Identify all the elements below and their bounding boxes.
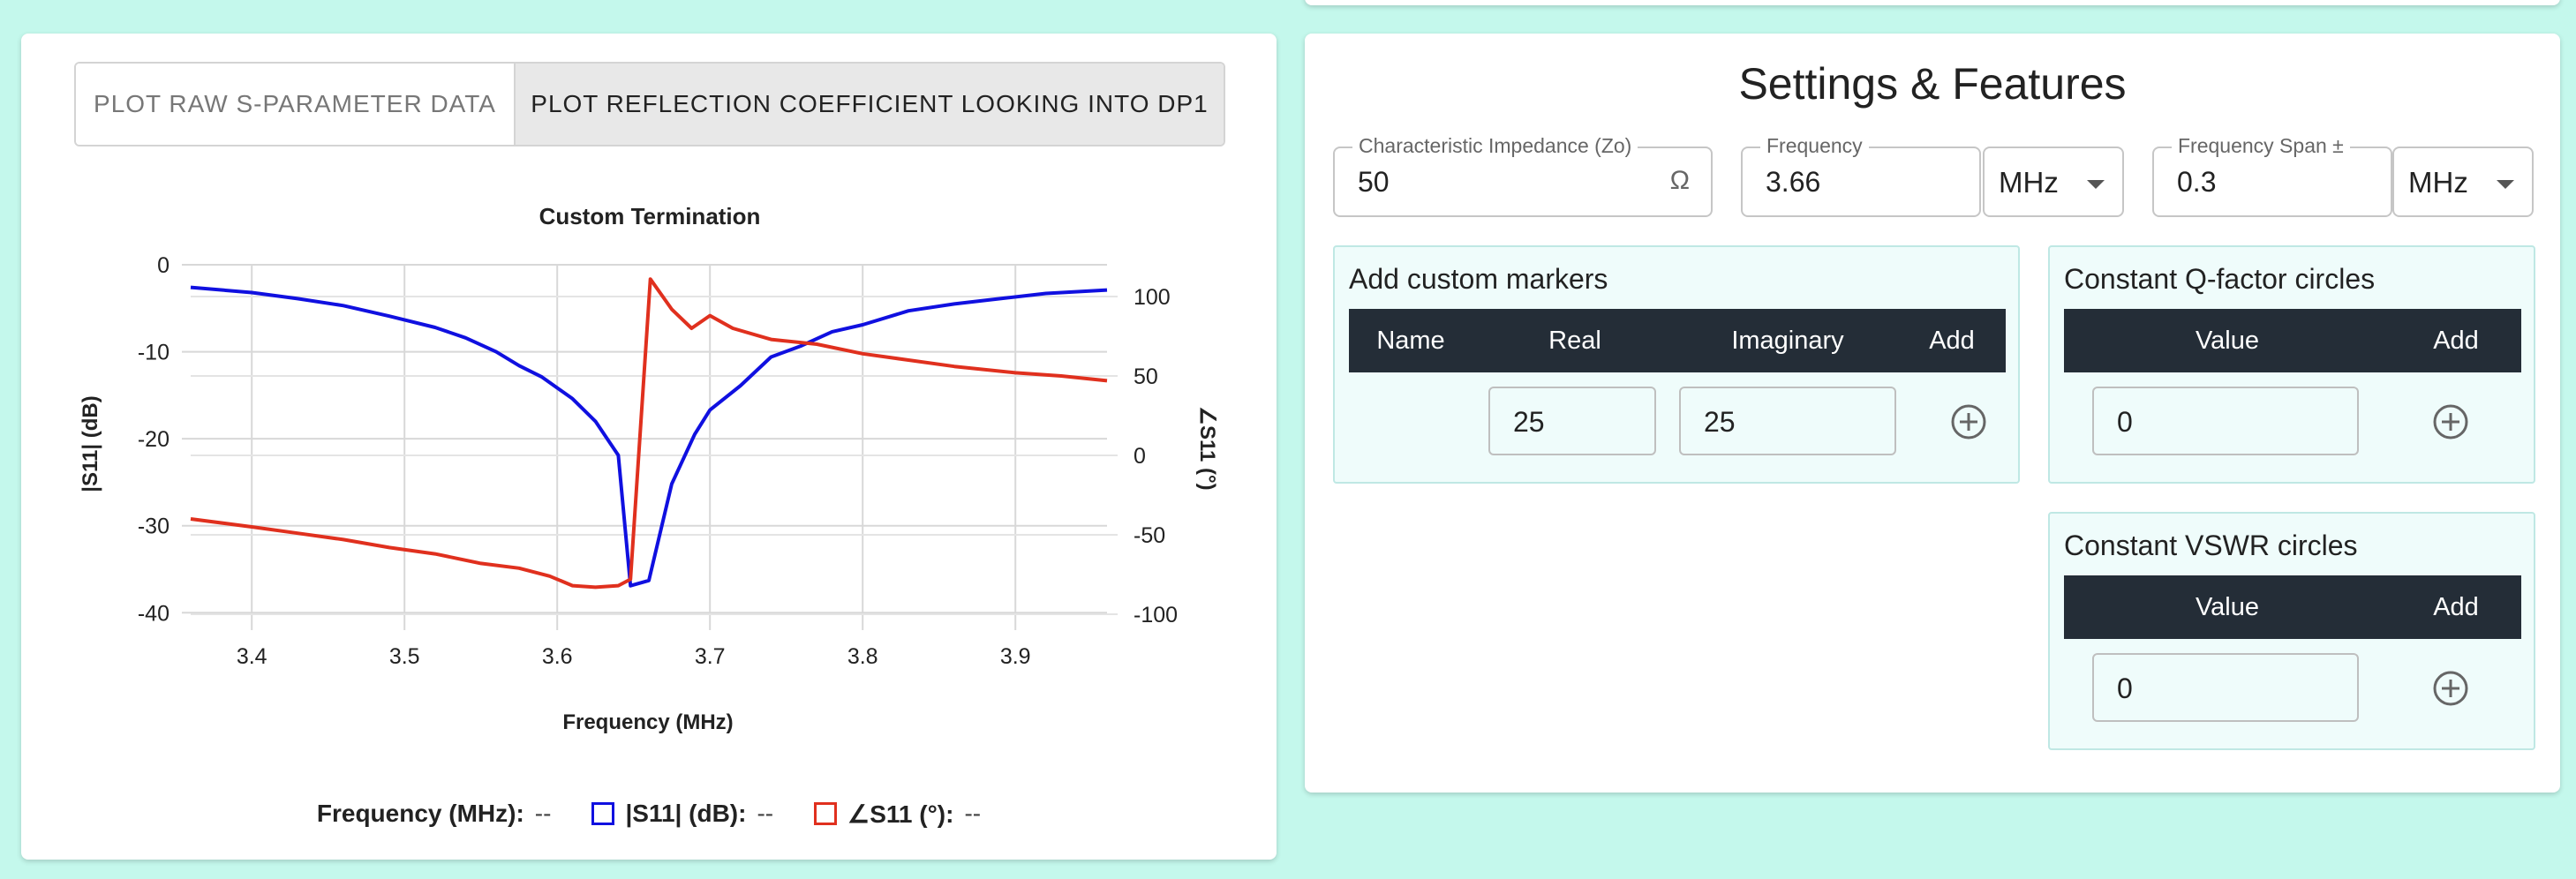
x-tick-label: 3.5 (389, 644, 420, 669)
readout-s11-label: |S11| (dB): (625, 800, 747, 827)
vswr-value: 0 (2117, 672, 2133, 704)
x-axis-ticks: 3.4 3.5 3.6 3.7 3.8 3.9 (237, 644, 1031, 669)
q-factor-panel: Constant Q-factor circles Value Add 0 (2048, 245, 2535, 484)
x-tick-label: 3.6 (542, 644, 573, 669)
x-tick-label: 3.8 (847, 644, 878, 669)
frequency-value: 3.66 (1766, 166, 1821, 198)
y-tick-label: -20 (138, 427, 169, 452)
frequency-unit-value: MHz (1999, 166, 2059, 199)
add-marker-button[interactable] (1949, 402, 1988, 441)
y2-axis-ticks: 100 50 0 -50 -100 (1134, 285, 1178, 627)
y2-tick-label: -100 (1134, 603, 1178, 627)
marker-real-input[interactable]: 25 (1488, 387, 1656, 455)
y2-tick-label: -50 (1134, 523, 1165, 548)
custom-markers-title: Add custom markers (1349, 263, 1608, 295)
plus-circle-icon (1951, 404, 1986, 440)
q-factor-table-header: Value Add (2064, 309, 2521, 372)
y-axis-label: |S11| (dB) (79, 395, 102, 492)
span-field[interactable]: Frequency Span ± 0.3 (2152, 134, 2392, 217)
y2-tick-label: 0 (1134, 444, 1146, 469)
card-above-edge (1305, 0, 2560, 5)
y-axis-ticks: 0 -10 -20 -30 -40 (138, 253, 169, 626)
s11-magnitude-line (190, 285, 1108, 588)
vswr-table-header: Value Add (2064, 575, 2521, 639)
zo-unit: Ω (1669, 166, 1690, 195)
chevron-down-icon (2087, 180, 2105, 189)
col-add: Add (2433, 327, 2479, 355)
chart-series (190, 277, 1108, 590)
span-unit-select[interactable]: MHz (2392, 146, 2534, 217)
q-factor-title: Constant Q-factor circles (2064, 263, 2376, 295)
zo-value: 50 (1358, 166, 1390, 198)
zo-field[interactable]: Characteristic Impedance (Zo) 50 Ω (1333, 134, 1713, 217)
frequency-unit-select[interactable]: MHz (1983, 146, 2124, 217)
marker-imaginary-input[interactable]: 25 (1679, 387, 1896, 455)
y-tick-label: 0 (157, 253, 169, 278)
x-axis-label: Frequency (MHz) (562, 710, 733, 734)
y-tick-label: -40 (138, 601, 169, 626)
y-tick-label: -10 (138, 341, 169, 365)
readout-frequency-label: Frequency (MHz): (316, 800, 524, 827)
plus-circle-icon (2433, 671, 2468, 706)
readout-frequency: Frequency (MHz): -- (317, 800, 552, 828)
chevron-down-icon (2497, 180, 2514, 189)
col-add: Add (1929, 327, 1975, 355)
x-tick-label: 3.4 (237, 644, 267, 669)
frequency-field[interactable]: Frequency 3.66 (1741, 134, 1981, 217)
custom-markers-panel: Add custom markers Name Real Imaginary A… (1333, 245, 2020, 484)
s11-chart[interactable]: Custom Termination 3.4 3.5 3.6 3.7 3.8 3.9 0 -… (21, 34, 1277, 793)
markers-table-header: Name Real Imaginary Add (1349, 309, 2006, 372)
s11-legend-swatch (591, 802, 615, 825)
marker-real-value: 25 (1513, 406, 1545, 438)
vswr-title: Constant VSWR circles (2064, 530, 2358, 561)
col-name: Name (1376, 327, 1445, 355)
settings-card: Settings & Features Characteristic Imped… (1305, 34, 2560, 793)
y2-axis-label: ∠S11 (°) (1195, 406, 1219, 490)
add-q-circle-button[interactable] (2431, 402, 2470, 441)
readout-angle-label: ∠S11 (°): (847, 800, 954, 828)
add-vswr-circle-button[interactable] (2431, 669, 2470, 708)
chart-title: Custom Termination (539, 203, 761, 229)
x-tick-label: 3.7 (695, 644, 726, 669)
settings-title: Settings & Features (1738, 59, 2127, 109)
q-factor-value: 0 (2117, 406, 2133, 438)
col-add: Add (2433, 593, 2479, 621)
s11-angle-line (190, 277, 1108, 590)
span-label: Frequency Span ± (2172, 134, 2350, 158)
q-factor-input[interactable]: 0 (2092, 387, 2359, 455)
plot-card: PLOT RAW S-PARAMETER DATA PLOT REFLECTIO… (21, 34, 1277, 860)
readout-frequency-value: -- (534, 800, 552, 827)
y-tick-label: -30 (138, 515, 169, 539)
y2-tick-label: 100 (1134, 285, 1171, 310)
col-real: Real (1548, 327, 1601, 355)
readout-angle: ∠S11 (°): -- (814, 800, 981, 829)
x-tick-label: 3.9 (1000, 644, 1031, 669)
zo-label: Characteristic Impedance (Zo) (1352, 134, 1638, 158)
plus-circle-icon (2433, 404, 2468, 440)
frequency-label: Frequency (1760, 134, 1869, 158)
col-value: Value (2195, 593, 2260, 621)
cursor-readout: Frequency (MHz): -- |S11| (dB): -- ∠S11 … (21, 794, 1277, 833)
readout-s11-value: -- (757, 800, 774, 827)
vswr-panel: Constant VSWR circles Value Add 0 (2048, 512, 2535, 750)
span-unit-value: MHz (2408, 166, 2468, 199)
marker-imaginary-value: 25 (1704, 406, 1736, 438)
col-imaginary: Imaginary (1731, 327, 1844, 355)
y2-tick-label: 50 (1134, 364, 1158, 389)
readout-s11: |S11| (dB): -- (591, 800, 773, 828)
readout-angle-value: -- (964, 800, 982, 827)
span-value: 0.3 (2177, 166, 2217, 198)
vswr-input[interactable]: 0 (2092, 653, 2359, 722)
col-value: Value (2195, 327, 2260, 355)
angle-legend-swatch (814, 802, 838, 825)
